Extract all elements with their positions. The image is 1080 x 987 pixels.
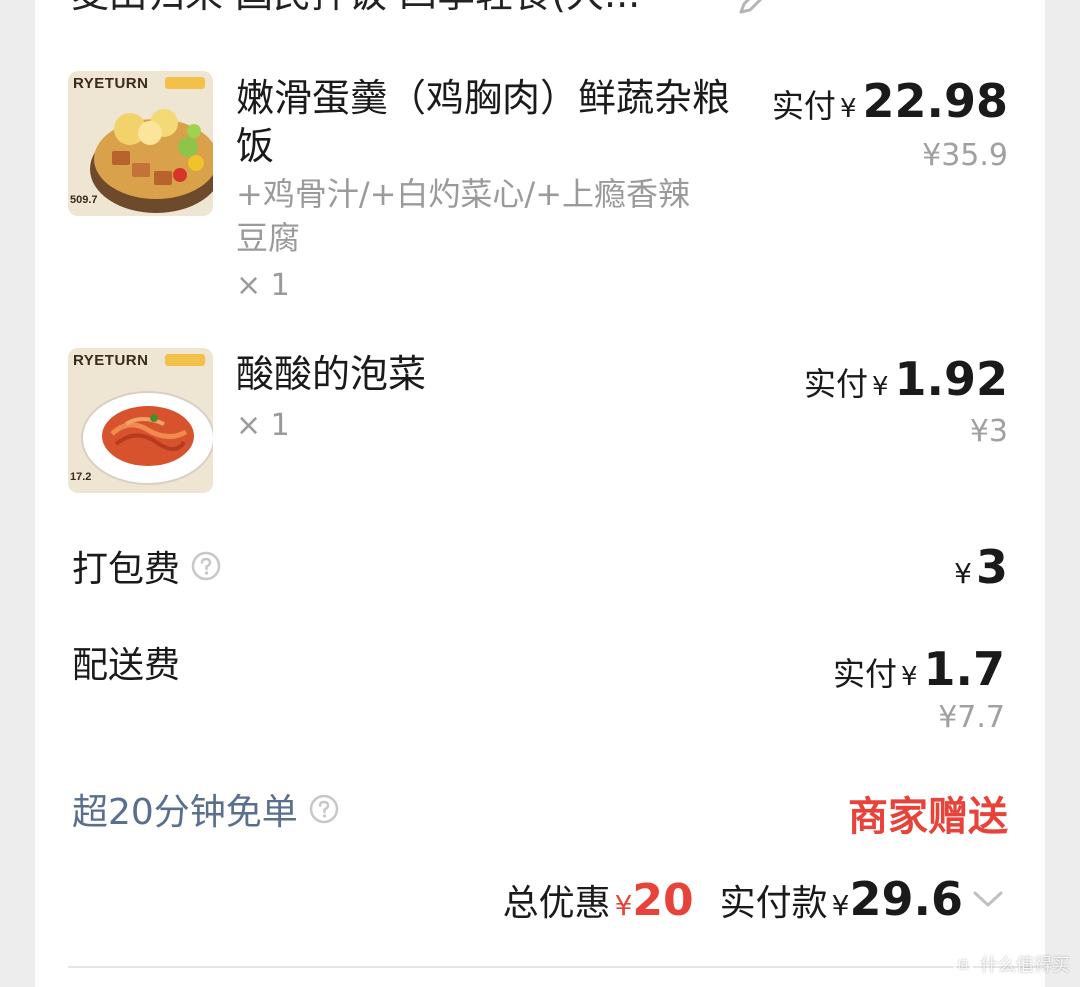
- item-paid-price: 实付 ¥ 1.92: [804, 352, 1008, 406]
- currency-symbol: ¥: [614, 889, 633, 922]
- item-spec: +鸡骨汁/+白灼菜心/+上瘾香辣豆腐: [236, 175, 691, 257]
- paid-amount: 22.98: [862, 74, 1008, 128]
- store-title[interactable]: 麦田归来·国民拌饭·四季轻食(大...: [71, 0, 711, 18]
- divider: [68, 966, 1045, 968]
- help-circle-icon[interactable]: [308, 793, 340, 825]
- paid-amount: 1.92: [894, 352, 1009, 406]
- currency-symbol: ¥: [831, 889, 850, 922]
- merchant-gift-text: 商家赠送: [848, 794, 1008, 840]
- paid-total-label: 实付款: [719, 883, 828, 924]
- currency-symbol: ¥: [871, 372, 889, 402]
- item-quantity: × 1: [236, 408, 290, 443]
- paid-total-amount: 29.6: [849, 872, 964, 926]
- order-card: 麦田归来·国民拌饭·四季轻食(大... RYETURN 509.7: [35, 0, 1045, 987]
- thumb-kcal-text: 509.7: [70, 194, 98, 206]
- packing-fee-amount: ¥ 3: [954, 540, 1008, 594]
- chevron-down-icon[interactable]: [971, 888, 1005, 910]
- thumb-kcal-text: 17.2: [70, 471, 92, 483]
- item-original-price: ¥3: [969, 414, 1008, 449]
- total-discount-label: 总优惠: [502, 883, 611, 924]
- currency-symbol: ¥: [954, 557, 972, 590]
- item-paid-price: 实付 ¥ 22.98: [772, 74, 1008, 128]
- packing-fee-text: 打包费: [72, 549, 181, 590]
- edit-pencil-icon[interactable]: [735, 0, 771, 18]
- delivery-fee-paid: 实付 ¥ 1.7: [833, 642, 1005, 696]
- delivery-fee-label: 配送费: [72, 636, 180, 688]
- delivery-fee-amount: 1.7: [923, 642, 1006, 696]
- paid-label: 实付: [771, 87, 836, 125]
- item-thumbnail[interactable]: RYETURN 509.7: [68, 71, 213, 216]
- item-thumbnail[interactable]: RYETURN 17.2: [68, 348, 213, 493]
- watermark-logo-icon: 值: [953, 954, 973, 974]
- item-original-price: ¥35.9: [922, 138, 1008, 173]
- item-quantity: × 1: [236, 268, 290, 303]
- free-order-label[interactable]: 超20分钟免单: [72, 783, 340, 835]
- watermark-text: 什么值得买: [980, 955, 1070, 976]
- watermark: 值 什么值得买: [952, 951, 1070, 977]
- free-order-text: 超20分钟免单: [72, 792, 298, 833]
- packing-fee-value: 3: [975, 540, 1008, 594]
- help-circle-icon[interactable]: [190, 550, 222, 582]
- currency-symbol: ¥: [839, 94, 857, 124]
- delivery-fee-text: 配送费: [72, 645, 181, 686]
- total-discount-amount: 20: [632, 875, 694, 926]
- svg-text:值: 值: [958, 958, 969, 971]
- packing-fee-label: 打包费: [72, 540, 222, 592]
- paid-label: 实付: [832, 655, 897, 693]
- order-summary[interactable]: 总优惠 ¥ 20 实付款 ¥ 29.6: [503, 872, 1005, 926]
- delivery-fee-original: ¥7.7: [938, 700, 1005, 735]
- currency-symbol: ¥: [900, 662, 918, 692]
- paid-label: 实付: [803, 365, 868, 403]
- item-name[interactable]: 酸酸的泡菜: [236, 350, 736, 398]
- item-name[interactable]: 嫩滑蛋羹（鸡胸肉）鲜蔬杂粮饭: [236, 74, 736, 170]
